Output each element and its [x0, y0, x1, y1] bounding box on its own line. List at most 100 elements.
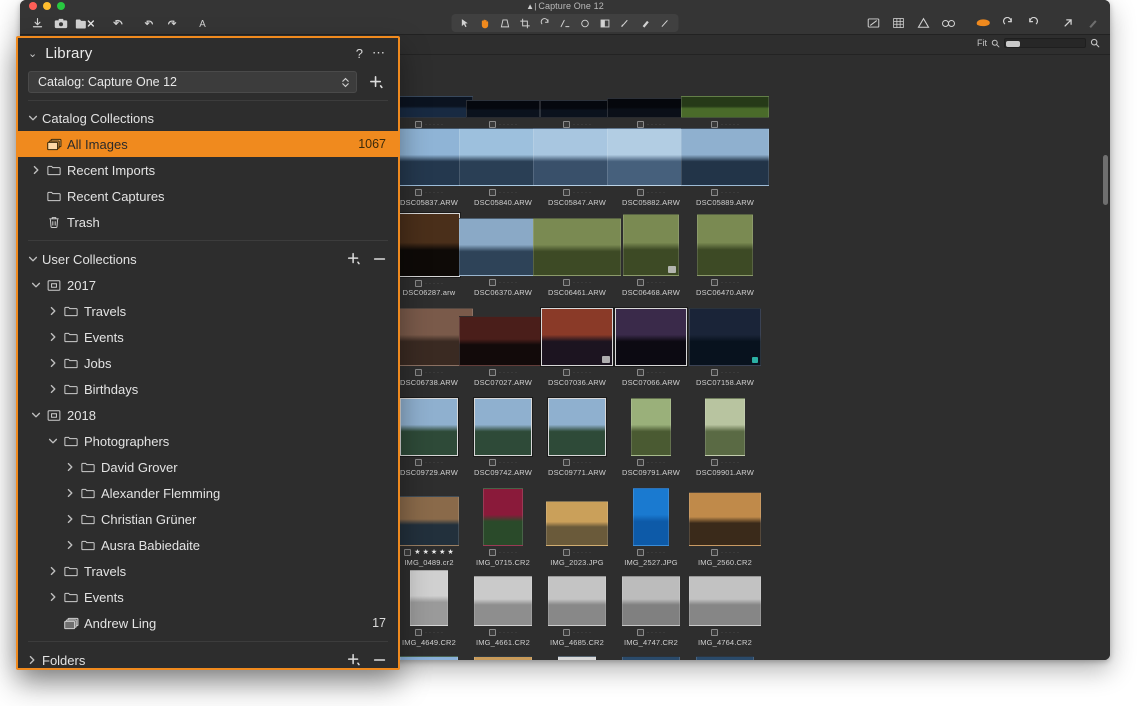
remove-collection-button[interactable]: [372, 251, 388, 267]
select-checkbox[interactable]: [415, 629, 422, 636]
thumbnail-image[interactable]: [541, 308, 613, 366]
star-rating[interactable]: ·····: [425, 281, 443, 287]
undo-step-icon[interactable]: [140, 13, 159, 33]
thumbnail-cell[interactable]: ·····IMG_4764.CR2: [688, 563, 762, 647]
thumbnail-image-wrap[interactable]: [689, 303, 761, 366]
star-icon[interactable]: ·: [647, 630, 649, 636]
undo-icon[interactable]: [107, 13, 129, 33]
thumbnail-image-wrap[interactable]: [459, 303, 547, 366]
star-icon[interactable]: ·: [725, 190, 727, 196]
thumbnail-image-wrap[interactable]: [622, 563, 680, 626]
thumbnail-cell[interactable]: ·····DSC09901.ARW: [688, 393, 762, 477]
thumbnail-image[interactable]: [622, 656, 680, 660]
star-icon[interactable]: ·: [503, 630, 505, 636]
chevron-down-icon[interactable]: [28, 281, 44, 289]
star-icon[interactable]: ★: [447, 550, 453, 556]
star-icon[interactable]: ·: [499, 190, 501, 196]
star-rating[interactable]: ·····: [425, 190, 443, 196]
thumbnail-image[interactable]: [558, 656, 596, 660]
star-rating[interactable]: ·····: [499, 630, 517, 636]
select-checkbox[interactable]: [489, 369, 496, 376]
star-icon[interactable]: ·: [651, 460, 653, 466]
star-icon[interactable]: ·: [429, 281, 431, 287]
star-icon[interactable]: ·: [655, 190, 657, 196]
remove-from-catalog-icon[interactable]: [74, 13, 96, 33]
chevron-right-icon[interactable]: [45, 332, 61, 342]
thumbnail-cell[interactable]: ·····DSC05847.ARW: [540, 123, 614, 207]
star-icon[interactable]: ·: [659, 550, 661, 556]
zoom-slider[interactable]: [1004, 38, 1086, 48]
select-checkbox[interactable]: [415, 459, 422, 466]
thumbnail-image[interactable]: [689, 308, 761, 366]
star-icon[interactable]: ·: [441, 190, 443, 196]
thumbnail-image[interactable]: [483, 488, 523, 546]
chevron-right-icon[interactable]: [62, 462, 78, 472]
rotate-right-icon[interactable]: [1022, 13, 1044, 33]
star-icon[interactable]: ·: [429, 460, 431, 466]
thumbnail-cell[interactable]: ·····DSC07066.ARW: [614, 303, 688, 387]
select-checkbox[interactable]: [711, 549, 718, 556]
star-icon[interactable]: ·: [507, 190, 509, 196]
star-icon[interactable]: ·: [507, 630, 509, 636]
star-icon[interactable]: ·: [425, 460, 427, 466]
star-icon[interactable]: ·: [659, 630, 661, 636]
star-icon[interactable]: ·: [503, 550, 505, 556]
star-icon[interactable]: ·: [737, 550, 739, 556]
star-icon[interactable]: ·: [725, 460, 727, 466]
star-rating[interactable]: ·····: [647, 280, 665, 286]
star-icon[interactable]: ·: [577, 190, 579, 196]
star-icon[interactable]: ·: [733, 370, 735, 376]
star-icon[interactable]: ·: [429, 190, 431, 196]
star-icon[interactable]: ·: [425, 370, 427, 376]
star-icon[interactable]: ·: [721, 370, 723, 376]
spot-removal-tool-icon[interactable]: [576, 13, 595, 33]
star-icon[interactable]: ·: [577, 280, 579, 286]
chevron-right-icon[interactable]: [45, 358, 61, 368]
star-icon[interactable]: ·: [733, 460, 735, 466]
star-icon[interactable]: ·: [573, 370, 575, 376]
thumbnail-image[interactable]: [623, 214, 679, 276]
thumbnail-image-wrap[interactable]: [681, 123, 769, 186]
star-icon[interactable]: ·: [585, 460, 587, 466]
star-icon[interactable]: ·: [429, 630, 431, 636]
thumbnail-cell[interactable]: ·····DSC06468.ARW: [614, 213, 688, 297]
star-icon[interactable]: ·: [437, 281, 439, 287]
thumbnail-cell[interactable]: ·····IMG_4649.CR2: [392, 563, 466, 647]
star-icon[interactable]: ·: [589, 550, 591, 556]
star-icon[interactable]: ·: [511, 460, 513, 466]
thumbnail-image[interactable]: [400, 656, 458, 660]
thumbnail-image[interactable]: [459, 316, 547, 366]
zoom-slider-knob[interactable]: [1006, 41, 1020, 47]
crop-tool-icon[interactable]: [516, 13, 535, 33]
thumbnail-cell[interactable]: ·····IMG_4747.CR2: [614, 563, 688, 647]
star-icon[interactable]: ·: [737, 280, 739, 286]
chevron-down-icon[interactable]: [28, 114, 42, 122]
star-icon[interactable]: ·: [441, 370, 443, 376]
select-checkbox[interactable]: [711, 189, 718, 196]
tree-item-2017[interactable]: 2017: [18, 272, 398, 298]
catalog-collections-header[interactable]: Catalog Collections: [18, 105, 398, 131]
open-in-new-icon[interactable]: [1057, 13, 1079, 33]
star-icon[interactable]: ·: [433, 630, 435, 636]
star-rating[interactable]: ·····: [573, 550, 591, 556]
tree-item-birthdays[interactable]: Birthdays: [18, 376, 398, 402]
thumbnail-cell[interactable]: ·····IMG_4685.CR2: [540, 563, 614, 647]
star-icon[interactable]: ·: [721, 280, 723, 286]
star-icon[interactable]: ·: [647, 280, 649, 286]
star-icon[interactable]: ★: [414, 550, 420, 556]
tree-item-events[interactable]: Events: [18, 584, 398, 610]
tree-item-trash[interactable]: Trash: [18, 209, 398, 235]
star-icon[interactable]: ·: [437, 190, 439, 196]
thumbnail-image[interactable]: [548, 398, 606, 456]
browser-scrollbar[interactable]: [1103, 155, 1108, 205]
star-icon[interactable]: ·: [729, 460, 731, 466]
select-checkbox[interactable]: [415, 189, 422, 196]
star-icon[interactable]: ·: [577, 630, 579, 636]
star-icon[interactable]: ·: [503, 460, 505, 466]
select-checkbox[interactable]: [563, 189, 570, 196]
thumbnail-image-wrap[interactable]: [474, 393, 532, 456]
star-icon[interactable]: ·: [733, 280, 735, 286]
thumbnail-image-wrap[interactable]: [548, 393, 606, 456]
star-icon[interactable]: ·: [573, 190, 575, 196]
thumbnail-cell[interactable]: ★★★★★IMG_9310.cr2: [614, 643, 688, 660]
